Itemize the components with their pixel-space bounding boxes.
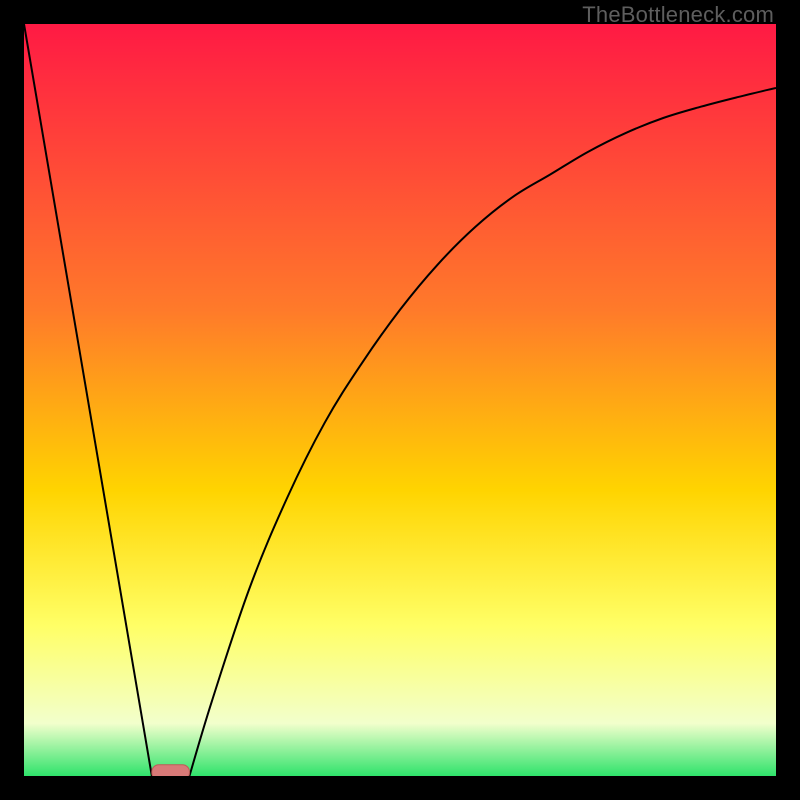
chart-frame [24, 24, 776, 776]
minimum-marker [152, 765, 190, 776]
watermark-text: TheBottleneck.com [582, 2, 774, 28]
gradient-background [24, 24, 776, 776]
chart-svg [24, 24, 776, 776]
